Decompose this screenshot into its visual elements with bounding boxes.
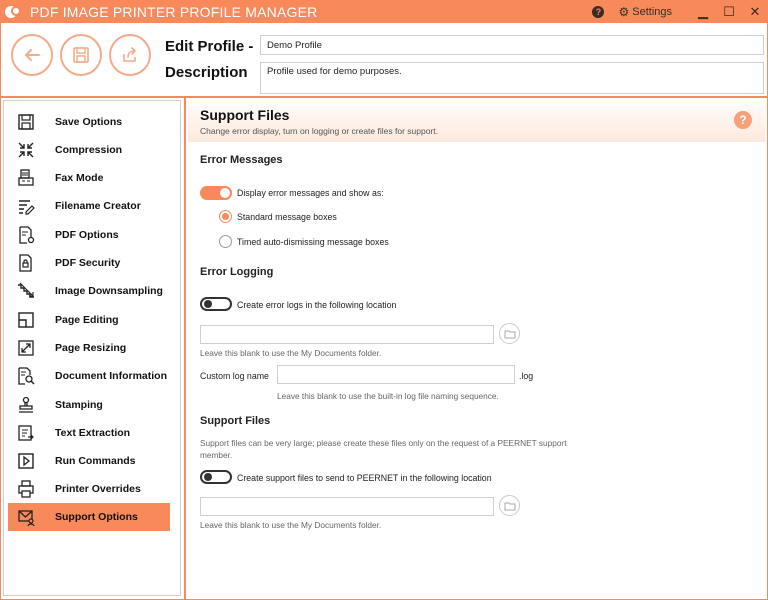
log-extension-label: .log [519,371,534,381]
lock-icon [15,253,37,273]
sidebar-item-label: Fax Mode [55,172,104,184]
error-logging-toggle[interactable] [200,297,232,311]
stamp-icon [15,395,37,415]
sidebar-item-image-downsampling[interactable]: Image Downsampling [8,277,170,305]
sidebar-item-printer-overrides[interactable]: Printer Overrides [8,475,170,503]
app-title: PDF IMAGE PRINTER PROFILE MANAGER [30,3,318,20]
save-icon [15,112,37,132]
page-edit-icon [15,310,37,330]
sidebar-item-label: Compression [55,144,123,156]
sidebar-item-label: Text Extraction [55,427,131,439]
sidebar-item-fax-mode[interactable]: Fax Mode [8,164,170,192]
edit-profile-label: Edit Profile - [165,38,254,55]
support-files-heading: Support Files [200,415,271,427]
sidebar-item-label: Run Commands [55,455,136,467]
error-messages-toggle-label: Display error messages and show as: [237,188,384,198]
minimize-button[interactable]: ▁ [690,0,716,23]
profile-description-input[interactable]: Profile used for demo purposes. [260,62,764,94]
sidebar-item-support-options[interactable]: Support Options [8,503,170,531]
sidebar-item-page-resizing[interactable]: Page Resizing [8,334,170,362]
timed-message-label: Timed auto-dismissing message boxes [237,237,389,247]
sidebar-item-label: Stamping [55,399,103,411]
page-title: Support Files [200,107,290,123]
sidebar-item-document-information[interactable]: Document Information [8,362,170,390]
app-logo-icon [4,3,22,21]
gear-icon: ⚙ [618,4,630,19]
document-search-icon [15,366,37,386]
sidebar-item-label: Save Options [55,116,123,128]
settings-button[interactable]: ⚙ Settings [618,5,672,19]
close-button[interactable]: ✕ [742,0,768,23]
standard-message-radio[interactable] [219,210,232,223]
printer-icon [15,479,37,499]
error-log-browse-button[interactable] [499,323,520,344]
sidebar-divider [184,98,186,600]
back-icon [25,49,40,61]
support-files-browse-button[interactable] [499,495,520,516]
sidebar-item-run-commands[interactable]: Run Commands [8,447,170,475]
help-icon[interactable]: ? [592,5,605,18]
sidebar-item-text-extraction[interactable]: Text Extraction [8,419,170,447]
sidebar-item-pdf-security[interactable]: PDF Security [8,249,170,277]
export-button[interactable] [109,34,151,76]
sidebar-item-page-editing[interactable]: Page Editing [8,306,170,334]
sidebar-item-stamping[interactable]: Stamping [8,391,170,419]
sidebar-item-label: PDF Options [55,229,119,241]
settings-label: Settings [632,5,672,18]
help-icon[interactable]: ? [734,111,752,129]
custom-log-name-hint: Leave this blank to use the built-in log… [277,391,499,401]
save-profile-button[interactable] [60,34,102,76]
error-messages-toggle[interactable] [200,186,232,200]
sidebar-item-filename-creator[interactable]: Filename Creator [8,192,170,220]
timed-message-radio[interactable] [219,235,232,248]
sidebar-item-label: Support Options [55,511,138,523]
folder-icon [504,502,515,510]
support-mail-icon [15,507,37,527]
maximize-button[interactable]: ☐ [716,0,742,23]
save-icon [73,47,89,63]
sidebar-item-label: Document Information [55,370,167,382]
error-log-location-input[interactable] [200,325,494,344]
run-icon [15,451,37,471]
back-button[interactable] [11,34,53,76]
error-log-location-hint: Leave this blank to use the My Documents… [200,348,382,358]
folder-icon [504,330,515,338]
profile-name-input[interactable] [260,35,764,55]
description-label: Description [165,64,248,81]
support-files-toggle-label: Create support files to send to PEERNET … [237,473,492,483]
sidebar-item-label: Image Downsampling [55,285,163,297]
text-extract-icon [15,423,37,443]
section-banner: Support Files Change error display, turn… [188,98,765,142]
export-icon [123,47,136,62]
fax-icon [15,168,37,188]
sidebar-item-save-options[interactable]: Save Options [8,108,170,136]
support-files-toggle[interactable] [200,470,232,484]
content-panel: Support Files Change error display, turn… [188,98,766,598]
page-subtitle: Change error display, turn on logging or… [200,126,438,136]
standard-message-label: Standard message boxes [237,212,337,222]
downsample-icon [15,281,37,301]
custom-log-name-label: Custom log name [200,371,269,381]
custom-log-name-input[interactable] [277,365,515,384]
filename-icon [15,196,37,216]
sidebar-item-label: PDF Security [55,257,121,269]
error-logging-heading: Error Logging [200,266,274,278]
sidebar-item-pdf-options[interactable]: PDF Options [8,221,170,249]
support-files-location-hint: Leave this blank to use the My Documents… [200,520,382,530]
profile-header: Edit Profile - Description Profile used … [0,23,768,96]
sidebar-item-label: Page Resizing [55,342,127,354]
error-messages-heading: Error Messages [200,154,283,166]
support-files-location-input[interactable] [200,497,494,516]
error-logging-toggle-label: Create error logs in the following locat… [237,300,397,310]
support-files-note: Support files can be very large; please … [200,438,567,460]
sidebar-item-compression[interactable]: Compression [8,136,170,164]
pdf-options-icon [15,225,37,245]
sidebar-item-label: Filename Creator [55,200,141,212]
title-bar: PDF IMAGE PRINTER PROFILE MANAGER ? ⚙ Se… [0,0,768,23]
compress-icon [15,140,37,160]
sidebar-item-label: Page Editing [55,314,119,326]
sidebar-item-label: Printer Overrides [55,483,141,495]
resize-icon [15,338,37,358]
